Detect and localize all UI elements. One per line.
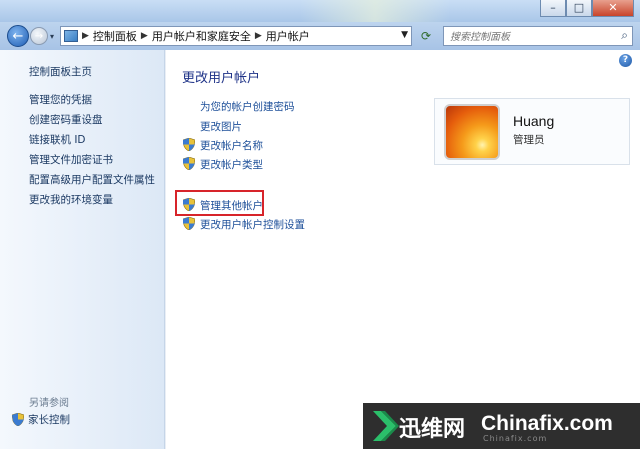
task-change-picture[interactable]: 更改图片 — [200, 119, 242, 134]
shield-icon — [183, 198, 195, 211]
breadcrumb-user-accounts-family[interactable]: 用户帐户和家庭安全 — [152, 28, 251, 44]
search-box[interactable]: ⌕ — [443, 26, 633, 46]
task-create-password[interactable]: 为您的帐户创建密码 — [200, 99, 295, 114]
chevron-right-icon[interactable]: ▶ — [255, 31, 262, 41]
window-controls: – □ ✕ — [540, 0, 634, 18]
maximize-button[interactable]: □ — [566, 0, 592, 17]
page-title: 更改用户帐户 — [182, 71, 261, 86]
refresh-icon[interactable]: ⟳ — [416, 27, 436, 45]
history-dropdown-icon[interactable]: ▾ — [50, 32, 54, 41]
breadcrumb-user-accounts[interactable]: 用户帐户 — [266, 28, 310, 44]
sidebar-item-password-reset-disk[interactable]: 创建密码重设盘 — [29, 112, 103, 127]
navigation-bar: ← → ▾ ▶ 控制面板 ▶ 用户帐户和家庭安全 ▶ 用户帐户 ▼ ⟳ ⌕ — [0, 22, 640, 50]
user-role: 管理员 — [513, 134, 545, 146]
close-button[interactable]: ✕ — [592, 0, 634, 17]
sidebar-item-manage-credentials[interactable]: 管理您的凭据 — [29, 92, 92, 107]
parental-controls-link[interactable]: 家长控制 — [28, 412, 70, 427]
sidebar-item-environment-variables[interactable]: 更改我的环境变量 — [29, 192, 113, 207]
shield-icon — [183, 217, 195, 230]
user-card: Huang 管理员 — [434, 98, 630, 165]
control-panel-icon — [64, 30, 78, 42]
title-bar: – □ ✕ — [0, 0, 640, 22]
shield-icon — [183, 138, 195, 151]
watermark-en: Chinafix.com — [481, 412, 613, 435]
sidebar: 控制面板主页 管理您的凭据 创建密码重设盘 链接联机 ID 管理文件加密证书 配… — [0, 50, 165, 449]
task-change-account-name[interactable]: 更改帐户名称 — [200, 138, 263, 153]
search-input[interactable] — [448, 28, 612, 46]
sidebar-item-control-panel-home[interactable]: 控制面板主页 — [29, 64, 92, 79]
help-icon[interactable]: ? — [619, 54, 632, 67]
address-dropdown-icon[interactable]: ▼ — [401, 30, 408, 40]
watermark: 迅维网 Chinafix.com Chinafix.com — [363, 403, 640, 449]
avatar — [444, 104, 500, 160]
chevron-right-icon[interactable]: ▶ — [82, 31, 89, 41]
chevron-right-icon[interactable]: ▶ — [141, 31, 148, 41]
back-button[interactable]: ← — [7, 25, 29, 47]
shield-icon — [12, 413, 24, 426]
sidebar-item-file-encryption-certificates[interactable]: 管理文件加密证书 — [29, 152, 113, 167]
arrow-logo-icon — [373, 411, 399, 441]
watermark-sub: Chinafix.com — [483, 434, 548, 443]
sidebar-item-link-online-id[interactable]: 链接联机 ID — [29, 132, 86, 147]
sidebar-item-parental-controls[interactable]: 家长控制 — [12, 412, 70, 427]
task-uac-settings[interactable]: 更改用户帐户控制设置 — [200, 217, 305, 232]
task-manage-other-accounts[interactable]: 管理其他帐户 — [200, 198, 263, 213]
search-icon[interactable]: ⌕ — [621, 28, 628, 43]
task-change-account-type[interactable]: 更改帐户类型 — [200, 157, 263, 172]
main-content: ? 更改用户帐户 为您的帐户创建密码 更改图片 更改帐户名称 更改帐户类型 管理… — [166, 50, 640, 449]
shield-icon — [183, 157, 195, 170]
breadcrumb-control-panel[interactable]: 控制面板 — [93, 28, 137, 44]
minimize-button[interactable]: – — [540, 0, 566, 17]
address-bar[interactable]: ▶ 控制面板 ▶ 用户帐户和家庭安全 ▶ 用户帐户 ▼ — [60, 26, 412, 46]
see-also-heading: 另请参阅 — [29, 398, 69, 409]
sidebar-item-advanced-profile-properties[interactable]: 配置高级用户配置文件属性 — [29, 172, 155, 187]
forward-button[interactable]: → — [30, 27, 48, 45]
watermark-cn: 迅维网 — [399, 417, 466, 442]
user-name: Huang — [513, 113, 555, 129]
